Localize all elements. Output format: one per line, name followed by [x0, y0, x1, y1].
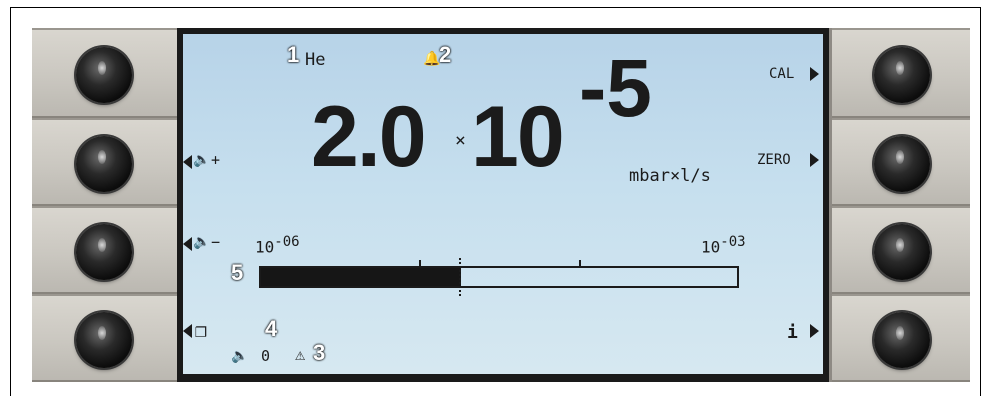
bar-max-exponent: -03	[720, 234, 746, 250]
warning-icon: ⚠	[295, 345, 306, 365]
callout-5: 5	[231, 260, 244, 285]
knob-icon[interactable]	[874, 136, 930, 192]
volume-down-arrow-icon	[183, 237, 192, 251]
volume-value: 0	[261, 347, 271, 365]
callout-2: 2	[439, 42, 452, 67]
knob-icon[interactable]	[76, 136, 132, 192]
unit-label: mbar×l/s	[629, 166, 711, 186]
knob-icon[interactable]	[76, 312, 132, 368]
left-softkey-column	[32, 28, 180, 382]
knob-icon[interactable]	[874, 224, 930, 280]
right-softkey-3[interactable]	[832, 206, 970, 294]
leak-rate-base: 10	[471, 89, 565, 185]
callout-1: 1	[287, 42, 300, 67]
cal-arrow-icon	[810, 67, 819, 81]
knob-icon[interactable]	[76, 47, 132, 103]
leak-rate-mantissa: 2.0	[311, 89, 427, 185]
right-softkey-1[interactable]	[832, 28, 970, 118]
volume-up-label[interactable]: +	[211, 151, 220, 169]
left-softkey-4[interactable]	[32, 294, 180, 382]
bar-min-exponent: -06	[274, 234, 300, 250]
knob-icon[interactable]	[874, 47, 930, 103]
right-softkey-2[interactable]	[832, 118, 970, 206]
leak-rate-exponent: -5	[579, 43, 652, 134]
bar-min-label: 10-06	[255, 234, 300, 257]
zero-arrow-icon	[810, 153, 819, 167]
info-arrow-icon	[810, 324, 819, 338]
volume-up-arrow-icon	[183, 155, 192, 169]
speaker-icon: 🔈	[193, 234, 211, 250]
bar-max-label: 10-03	[701, 234, 746, 257]
right-softkey-column	[832, 28, 970, 382]
left-softkey-1[interactable]	[32, 28, 180, 118]
windows-icon: ❐	[195, 318, 208, 342]
window-arrow-icon	[183, 324, 192, 338]
bargraph-tick	[419, 260, 421, 268]
callout-3: 3	[313, 340, 326, 365]
left-softkey-3[interactable]	[32, 206, 180, 294]
bargraph-trigger-marker	[459, 258, 463, 296]
bargraph-tick	[579, 260, 581, 268]
knob-icon[interactable]	[76, 224, 132, 280]
lcd-screen: 1 He 🔔 2 2.0 × 10 -5 mbar×l/s CAL ZERO i…	[183, 34, 823, 374]
cal-label[interactable]: CAL	[769, 66, 794, 82]
bell-icon: 🔔	[423, 51, 441, 67]
left-softkey-2[interactable]	[32, 118, 180, 206]
speaker-icon: 🔈	[193, 152, 211, 168]
knob-icon[interactable]	[874, 312, 930, 368]
times-sign: ×	[455, 130, 466, 151]
right-softkey-4[interactable]	[832, 294, 970, 382]
bargraph-fill	[261, 268, 461, 286]
volume-down-label[interactable]: −	[211, 233, 220, 251]
callout-4: 4	[265, 316, 278, 341]
leak-rate-bargraph	[259, 258, 739, 296]
info-label[interactable]: i	[787, 322, 798, 343]
zero-label[interactable]: ZERO	[757, 152, 791, 168]
speaker-icon: 🔈	[231, 348, 249, 364]
gas-label: He	[305, 50, 326, 70]
